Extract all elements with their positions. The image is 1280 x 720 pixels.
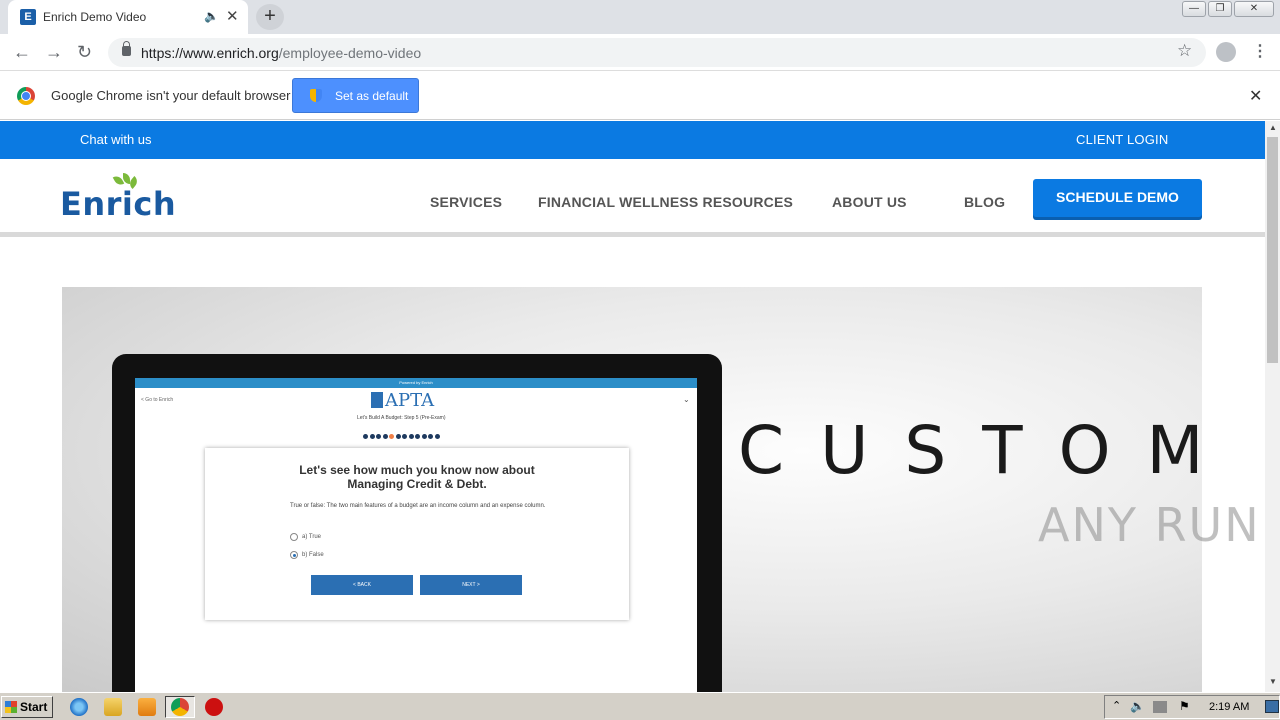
chrome-logo-icon (17, 87, 35, 105)
go-to-enrich-link: < Go to Enrich (141, 397, 174, 403)
stop-icon[interactable] (205, 698, 223, 716)
chat-with-us-link[interactable]: Chat with us (80, 132, 152, 147)
restore-window-button[interactable]: ❐ (1208, 1, 1232, 17)
address-bar[interactable]: https://www.enrich.org/employee-demo-vid… (108, 38, 1206, 67)
close-infobar-icon[interactable]: ✕ (1249, 86, 1262, 106)
minimize-window-button[interactable]: — (1182, 1, 1206, 17)
nav-blog[interactable]: BLOG (964, 194, 1005, 210)
logo-wordmark: Enrich (60, 185, 177, 223)
progress-dot (408, 434, 414, 439)
demo-video[interactable]: Powered by Enrich < Go to Enrich APTA ⌄ … (62, 287, 1202, 692)
action-center-flag-icon[interactable]: ⚑ (1179, 699, 1190, 713)
progress-dot (434, 434, 440, 439)
progress-dot (402, 434, 407, 439)
browser-tab[interactable]: E Enrich Demo Video 🔈 ✕ (8, 0, 248, 34)
nav-financial-wellness-resources[interactable]: FINANCIAL WELLNESS RESOURCES (538, 194, 793, 210)
show-desktop-icon[interactable] (1265, 700, 1279, 713)
start-button[interactable]: Start (1, 696, 53, 718)
tab-title: Enrich Demo Video (43, 10, 147, 24)
client-login-link[interactable]: CLIENT LOGIN (1076, 132, 1168, 147)
folder-icon[interactable] (104, 698, 122, 716)
url-host: https://www.enrich.org (141, 45, 279, 61)
progress-dots (363, 426, 441, 444)
chrome-icon (171, 698, 189, 716)
uac-shield-icon (310, 89, 322, 102)
web-page: Chat with us CLIENT LOGIN Enrich SERVICE… (0, 121, 1265, 692)
progress-dot (428, 434, 433, 439)
set-as-default-label: Set as default (335, 89, 409, 103)
show-hidden-icons-icon[interactable]: ⌃ (1112, 699, 1121, 712)
profile-avatar-icon[interactable] (1216, 42, 1236, 62)
budget-step-label: Let's Build A Budget: Step 5 (Pre-Exam) (357, 415, 446, 421)
quiz-heading: Let's see how much you know now about Man… (205, 463, 629, 491)
close-window-button[interactable]: ✕ (1234, 1, 1274, 17)
anyrun-watermark: ANY RUN (1038, 498, 1261, 552)
windows-taskbar: Start ⌃ 🔈 ⚑ 2:19 AM (0, 692, 1280, 720)
scroll-up-arrow-icon[interactable]: ▲ (1269, 123, 1277, 132)
enrich-logo[interactable]: Enrich (60, 173, 176, 223)
windows-flag-icon (5, 701, 17, 713)
infobar-message: Google Chrome isn't your default browser (51, 88, 291, 103)
quiz-card: Let's see how much you know now about Man… (205, 448, 629, 620)
url-text[interactable]: https://www.enrich.org/employee-demo-vid… (141, 45, 421, 61)
tab-strip: E Enrich Demo Video 🔈 ✕ + — ❐ ✕ (0, 0, 1280, 34)
forward-arrow-icon[interactable]: → (45, 42, 63, 63)
page-scrollbar[interactable]: ▲ ▼ (1265, 121, 1280, 692)
set-as-default-button[interactable]: Set as default (292, 78, 419, 113)
custom-overlay-text: CUSTOM (738, 412, 1202, 489)
quiz-heading-line1: Let's see how much you know now about (299, 463, 535, 477)
media-player-icon[interactable] (138, 698, 156, 716)
laptop-frame: Powered by Enrich < Go to Enrich APTA ⌄ … (112, 354, 722, 692)
radio-option-a (290, 533, 298, 541)
radio-option-b (290, 551, 298, 559)
quiz-back-button: < BACK (311, 575, 413, 595)
bookmark-star-icon[interactable]: ☆ (1177, 41, 1192, 61)
kebab-menu-icon[interactable]: ⋮ (1252, 41, 1268, 61)
apta-logo-icon (371, 392, 383, 408)
progress-dot (382, 434, 388, 439)
scroll-down-arrow-icon[interactable]: ▼ (1269, 677, 1277, 686)
progress-dot (369, 434, 375, 439)
volume-icon[interactable]: 🔈 (1130, 699, 1145, 713)
taskbar-clock[interactable]: 2:19 AM (1209, 701, 1249, 713)
progress-dot (363, 434, 368, 439)
nav-about-us[interactable]: ABOUT US (832, 194, 907, 210)
progress-dot (389, 434, 394, 439)
default-browser-infobar: Google Chrome isn't your default browser… (0, 72, 1280, 120)
site-top-bar: Chat with us CLIENT LOGIN (0, 121, 1265, 159)
quiz-next-button: NEXT > (420, 575, 522, 595)
lock-icon[interactable] (122, 41, 131, 56)
reload-icon[interactable]: ↻ (77, 42, 92, 63)
apta-logo-text: APTA (385, 390, 435, 411)
system-tray: ⌃ 🔈 ⚑ 2:19 AM (1104, 695, 1280, 719)
progress-dot (421, 434, 427, 439)
screen-header-bar: Powered by Enrich (135, 378, 697, 388)
progress-dot (415, 434, 420, 439)
new-tab-button[interactable]: + (256, 4, 284, 30)
network-icon[interactable] (1153, 701, 1167, 713)
internet-explorer-icon[interactable] (70, 698, 88, 716)
back-arrow-icon[interactable]: ← (13, 42, 31, 63)
enrich-favicon-icon: E (20, 9, 36, 25)
progress-dot (395, 434, 401, 439)
url-path: /employee-demo-video (278, 45, 422, 61)
speaker-icon[interactable]: 🔈 (204, 9, 219, 23)
laptop-screen: Powered by Enrich < Go to Enrich APTA ⌄ … (135, 378, 697, 692)
quiz-heading-line2: Managing Credit & Debt. (347, 477, 487, 491)
browser-toolbar: ← → ↻ https://www.enrich.org/employee-de… (0, 34, 1280, 71)
schedule-demo-button[interactable]: SCHEDULE DEMO (1033, 179, 1202, 217)
progress-dot (376, 434, 381, 439)
quiz-question: True or false: The two main features of … (290, 503, 546, 509)
option-b-label: b) False (302, 552, 324, 558)
nav-services[interactable]: SERVICES (430, 194, 502, 210)
close-tab-icon[interactable]: ✕ (226, 7, 239, 25)
option-a-label: a) True (302, 534, 322, 540)
taskbar-chrome-button[interactable] (165, 696, 195, 718)
site-header: Enrich SERVICES FINANCIAL WELLNESS RESOU… (0, 159, 1265, 237)
start-label: Start (20, 700, 48, 714)
scrollbar-thumb[interactable] (1267, 137, 1278, 363)
chevron-down-icon: ⌄ (683, 395, 690, 404)
